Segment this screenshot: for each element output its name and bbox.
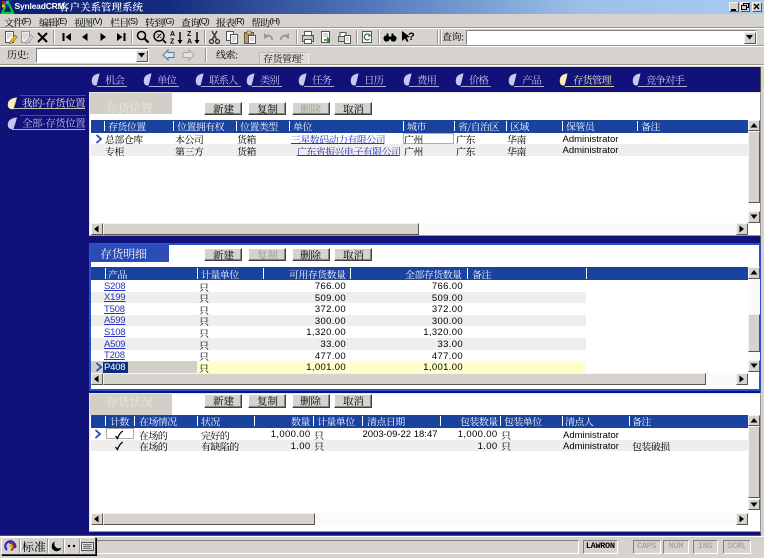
svg-text:A: A bbox=[170, 31, 175, 38]
svg-text:?: ? bbox=[408, 31, 415, 43]
svg-text:Z: Z bbox=[187, 31, 192, 38]
